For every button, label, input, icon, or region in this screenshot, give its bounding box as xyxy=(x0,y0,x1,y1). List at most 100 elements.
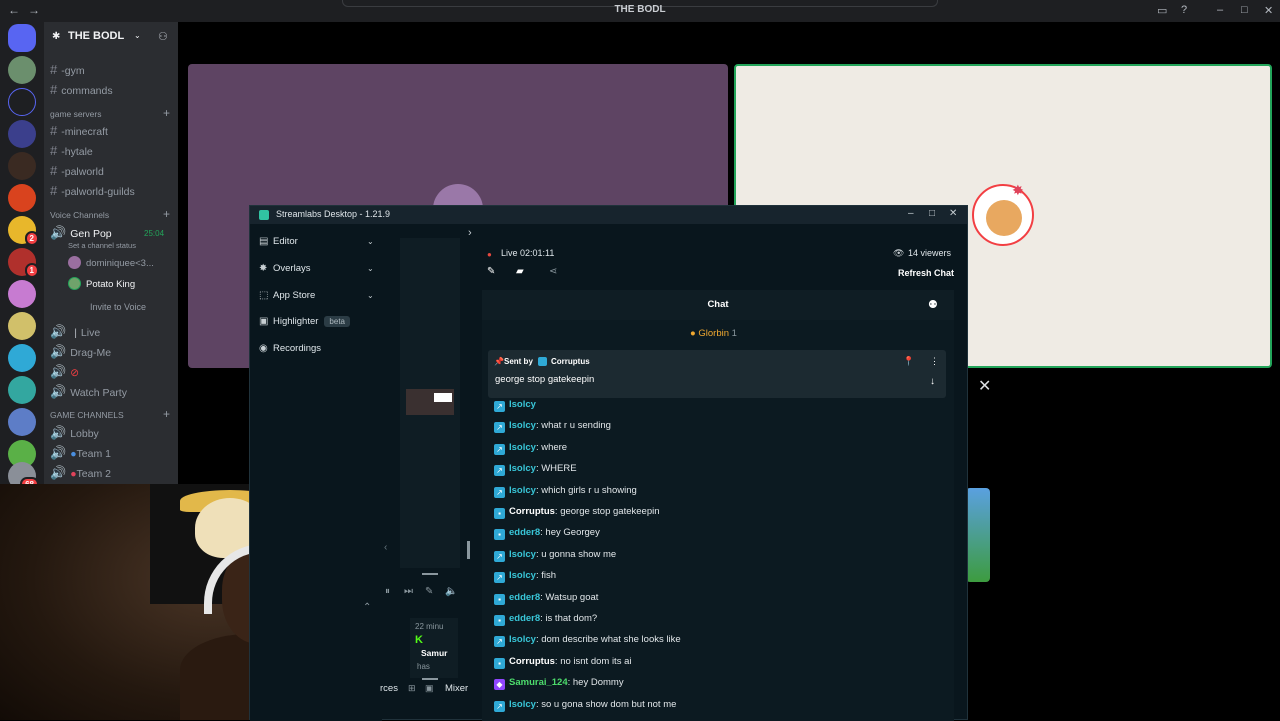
voice-channel-drag-me[interactable]: 🔊 Drag-Me xyxy=(50,343,111,361)
server-icon[interactable]: 1 xyxy=(8,248,39,278)
server-icon[interactable] xyxy=(8,152,36,180)
skip-icon[interactable]: ⏭ xyxy=(404,586,413,597)
chat-username[interactable]: edder8 xyxy=(509,592,540,603)
share-icon[interactable]: ⋖ xyxy=(549,266,557,277)
category-game-channels[interactable]: GAME CHANNELS xyxy=(50,410,124,420)
drag-handle[interactable] xyxy=(422,678,438,680)
channel-palworld-guilds[interactable]: # -palworld-guilds xyxy=(50,182,135,200)
add-channel-icon[interactable]: + xyxy=(163,407,170,421)
mixer-label[interactable]: Mixer xyxy=(445,683,468,694)
chat-message[interactable]: ◆ Samurai_124: hey Dommy xyxy=(494,677,624,691)
chat-message[interactable]: ↗ Isolcy: what r u sending xyxy=(494,420,611,434)
category-voice-channels[interactable]: Voice Channels xyxy=(50,210,109,220)
layers-icon[interactable]: ⊞ xyxy=(408,683,416,694)
chat-username[interactable]: Isolcy xyxy=(509,399,536,410)
video-icon[interactable]: ▰ xyxy=(516,266,524,277)
close-icon[interactable]: ✕ xyxy=(978,376,991,396)
chat-username[interactable]: edder8 xyxy=(509,613,540,624)
discord-home-icon[interactable] xyxy=(8,24,36,52)
help-icon[interactable]: ? xyxy=(1181,4,1187,16)
chat-username[interactable]: Corruptus xyxy=(509,656,555,667)
chat-message[interactable]: ↗ Isolcy: so u gona show dom but not me xyxy=(494,699,676,712)
server-name[interactable]: THE BODL xyxy=(68,30,124,42)
recent-event[interactable]: 22 minu K Samur has xyxy=(410,618,458,678)
voice-channel-blocked[interactable]: 🔊 ⊘ xyxy=(50,363,79,381)
channel-gym[interactable]: # -gym xyxy=(50,61,85,79)
channel-hytale[interactable]: # -hytale xyxy=(50,142,93,160)
gear-icon[interactable]: ✱ xyxy=(52,31,60,42)
add-channel-icon[interactable]: + xyxy=(163,106,170,120)
chat-username[interactable]: Corruptus xyxy=(509,506,555,517)
activity-thumbnail[interactable] xyxy=(966,488,990,582)
chat-username[interactable]: Isolcy xyxy=(509,463,536,474)
chat-message[interactable]: ↗ Isolcy: where xyxy=(494,442,567,455)
pin-icon[interactable]: 📍 xyxy=(903,356,914,367)
chat-username[interactable]: Isolcy xyxy=(509,549,536,560)
chat-message[interactable]: ↗ Isolcy: WHERE xyxy=(494,463,577,477)
nav-editor[interactable]: ▤ Editor ⌄ xyxy=(259,233,374,251)
voice-channel-live[interactable]: 🔊 | Live xyxy=(50,323,100,341)
server-icon[interactable] xyxy=(8,280,36,308)
server-icon[interactable] xyxy=(8,408,36,436)
sources-label[interactable]: rces xyxy=(380,683,398,694)
minimize-icon[interactable]: – xyxy=(1217,4,1223,16)
pause-icon[interactable]: ⏸ xyxy=(385,586,390,597)
invite-to-voice[interactable]: Invite to Voice xyxy=(90,298,146,316)
chat-message[interactable]: ↗ Isolcy: u gonna show me xyxy=(494,549,616,562)
chat-message[interactable]: ▪ edder8: Watsup goat xyxy=(494,592,598,605)
chat-username[interactable]: edder8 xyxy=(509,527,540,538)
chat-message[interactable]: ↗ Isolcy: fish xyxy=(494,570,556,584)
chat-message[interactable]: ▪ Corruptus: no isnt dom its ai xyxy=(494,656,631,669)
chat-message[interactable]: ↗ Isolcy: dom describe what she looks lik… xyxy=(494,634,681,648)
edit-icon[interactable]: ✎ xyxy=(487,266,495,277)
server-icon[interactable] xyxy=(8,184,36,212)
chat-username[interactable]: Isolcy xyxy=(509,570,536,581)
chat-message[interactable]: ↗ Isolcy xyxy=(494,399,536,412)
chevron-down-icon[interactable]: ⌄ xyxy=(134,31,141,40)
close-icon[interactable]: ✕ xyxy=(949,208,957,219)
add-member-icon[interactable]: ⚇ xyxy=(158,30,168,43)
minimize-icon[interactable]: – xyxy=(908,208,914,219)
chat-username[interactable]: Isolcy xyxy=(509,634,536,645)
chat-username[interactable]: Isolcy xyxy=(509,699,536,710)
voice-member[interactable]: dominiquee<3... xyxy=(68,255,154,273)
chat-message[interactable]: ↗ Isolcy: which girls r u showing xyxy=(494,485,637,498)
chevron-up-icon[interactable]: ⌃ xyxy=(363,602,371,613)
server-icon[interactable] xyxy=(8,376,36,404)
maximize-icon[interactable]: □ xyxy=(1241,4,1248,16)
server-icon[interactable] xyxy=(8,56,36,84)
chat-message[interactable]: ▪ edder8: hey Georgey xyxy=(494,527,600,541)
chat-message[interactable]: ▪ Corruptus: george stop gatekeepin xyxy=(494,506,660,519)
server-icon[interactable] xyxy=(8,344,36,372)
channel-commands[interactable]: # commands xyxy=(50,81,113,99)
category-game-servers[interactable]: game servers xyxy=(50,109,102,119)
folder-icon[interactable]: ▣ xyxy=(425,683,434,694)
nav-app-store[interactable]: ⬚ App Store ⌄ xyxy=(259,287,374,305)
users-icon[interactable]: ⚉ xyxy=(928,298,938,311)
channel-minecraft[interactable]: # -minecraft xyxy=(50,122,108,140)
chat-username[interactable]: Samurai_124 xyxy=(509,677,568,688)
chat-username[interactable]: Isolcy xyxy=(509,485,536,496)
voice-member[interactable]: Potato King xyxy=(68,276,135,294)
folder-icon[interactable] xyxy=(8,88,36,116)
chat-username[interactable]: Isolcy xyxy=(509,442,536,453)
maximize-icon[interactable]: □ xyxy=(929,208,935,219)
chevron-right-icon[interactable]: › xyxy=(468,227,472,239)
chevron-left-icon[interactable]: ‹ xyxy=(384,542,387,553)
voice-channel-watch-party[interactable]: 🔊 Watch Party xyxy=(50,383,127,401)
server-icon[interactable]: 2 xyxy=(8,216,39,246)
channel-palworld[interactable]: # -palworld xyxy=(50,162,104,180)
pinned-message[interactable]: 📌 Sent by Corruptus george stop gatekeep… xyxy=(488,350,946,398)
server-icon[interactable] xyxy=(8,312,36,340)
voice-channel-gen-pop[interactable]: 🔊 Gen Pop xyxy=(50,224,112,242)
more-icon[interactable]: ⋮ xyxy=(930,356,939,367)
voice-channel-lobby[interactable]: 🔊 Lobby xyxy=(50,424,99,442)
refresh-chat-button[interactable]: Refresh Chat xyxy=(898,268,954,278)
add-channel-icon[interactable]: + xyxy=(163,207,170,221)
voice-channel-team-1[interactable]: 🔊 ●Team 1 xyxy=(50,444,111,462)
voice-channel-team-2[interactable]: 🔊 ●Team 2 xyxy=(50,464,111,482)
mute-alerts-icon[interactable]: ✎ xyxy=(425,586,433,597)
nav-recordings[interactable]: ◉ Recordings xyxy=(259,340,321,358)
server-icon[interactable] xyxy=(8,120,36,148)
nav-highlighter[interactable]: ▣ Highlighter beta xyxy=(259,313,350,331)
